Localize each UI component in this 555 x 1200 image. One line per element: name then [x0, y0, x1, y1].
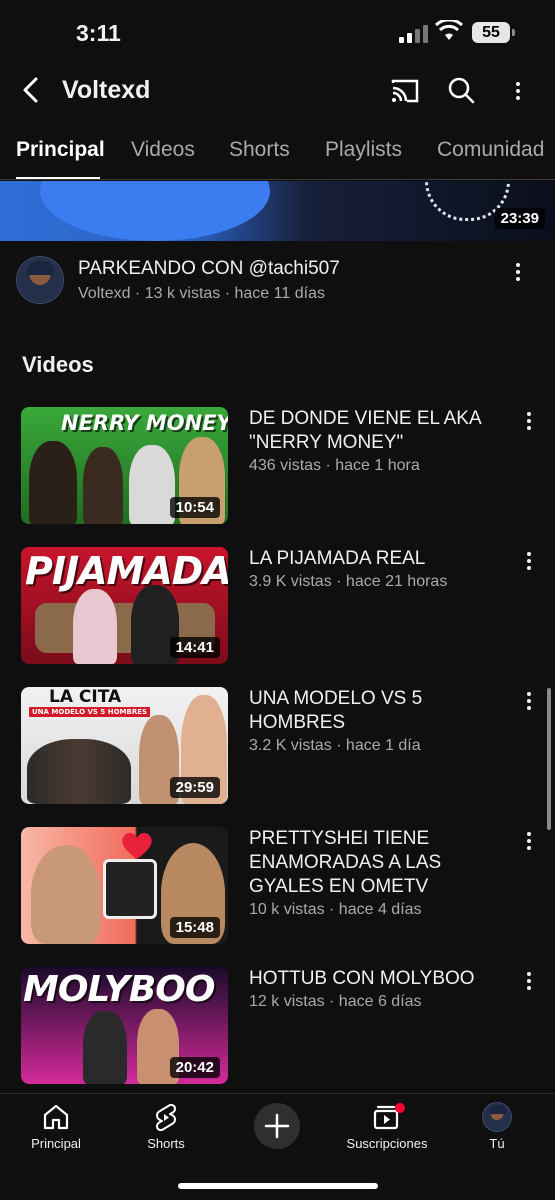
channel-tabs: Principal Videos Shorts Playlists Comuni… [0, 124, 555, 180]
battery-indicator: 55 [472, 22, 515, 43]
video-title: LA PIJAMADA REAL [249, 548, 426, 569]
tab-videos[interactable]: Videos [131, 138, 195, 162]
nav-suscripciones[interactable]: Suscripciones [337, 1102, 437, 1151]
video-more-icon[interactable] [519, 689, 539, 713]
search-icon[interactable] [444, 74, 478, 108]
video-meta: 436 vistas · hace 1 hora [249, 457, 420, 474]
video-thumbnail[interactable]: LA CITA UNA MODELO VS 5 HOMBRES 29:59 [21, 687, 228, 804]
back-arrow-icon[interactable] [16, 74, 48, 106]
video-thumbnail[interactable]: PIJAMADA 14:41 [21, 547, 228, 664]
video-info: PRETTYSHEI TIENE ENAMORADAS A LAS GYALES… [249, 827, 509, 919]
create-plus-icon [264, 1113, 290, 1139]
video-thumbnail[interactable]: MOLYBOO 20:42 [21, 967, 228, 1084]
video-list-item[interactable]: NERRY MONEY 10:54 DE DONDE VIENE EL AKA … [0, 407, 555, 527]
scrollbar[interactable] [547, 688, 551, 830]
video-meta: 10 k vistas · hace 4 días [249, 901, 422, 918]
video-meta: 3.9 K vistas · hace 21 horas [249, 573, 448, 590]
video-info: DE DONDE VIENE EL AKA "NERRY MONEY" 436 … [249, 407, 509, 475]
video-list-item[interactable]: PIJAMADA 14:41 LA PIJAMADA REAL 3.9 K vi… [0, 547, 555, 667]
video-more-icon[interactable] [519, 969, 539, 993]
video-more-icon[interactable] [519, 409, 539, 433]
notification-dot [395, 1103, 405, 1113]
video-meta: 3.2 K vistas · hace 1 día [249, 737, 421, 754]
video-title: DE DONDE VIENE EL AKA "NERRY MONEY" [249, 408, 481, 453]
tab-principal[interactable]: Principal [16, 138, 105, 162]
tab-comunidad[interactable]: Comunidad [437, 138, 544, 162]
video-meta: 12 k vistas · hace 6 días [249, 993, 422, 1010]
video-info: LA PIJAMADA REAL 3.9 K vistas · hace 21 … [249, 547, 509, 591]
duration-badge: 15:48 [169, 917, 220, 938]
video-thumbnail[interactable]: 15:48 [21, 827, 228, 944]
video-info: HOTTUB CON MOLYBOO 12 k vistas · hace 6 … [249, 967, 509, 1011]
home-indicator [178, 1183, 378, 1189]
tab-playlists[interactable]: Playlists [325, 138, 402, 162]
video-title: UNA MODELO VS 5 HOMBRES [249, 688, 423, 733]
wifi-icon [435, 20, 463, 40]
duration-badge: 29:59 [169, 777, 220, 798]
video-title: PARKEANDO CON @tachi507 [78, 258, 340, 279]
channel-avatar[interactable] [16, 256, 64, 304]
nav-tu[interactable]: Tú [447, 1102, 547, 1151]
video-list-item[interactable]: 15:48 PRETTYSHEI TIENE ENAMORADAS A LAS … [0, 827, 555, 947]
cast-icon[interactable] [388, 74, 422, 108]
duration-badge: 10:54 [169, 497, 220, 518]
heart-icon [122, 832, 152, 859]
nav-shorts[interactable]: Shorts [116, 1102, 216, 1151]
create-button[interactable] [254, 1103, 300, 1149]
tab-shorts[interactable]: Shorts [229, 138, 290, 162]
video-list-item[interactable]: MOLYBOO 20:42 HOTTUB CON MOLYBOO 12 k vi… [0, 967, 555, 1087]
duration-badge: 14:41 [169, 637, 220, 658]
video-more-icon[interactable] [519, 829, 539, 853]
featured-video-thumbnail[interactable]: 23:39 [0, 181, 555, 241]
shorts-icon [156, 1104, 176, 1131]
cellular-signal-icon [399, 25, 429, 43]
video-meta: Voltexd · 13 k vistas · hace 11 días [78, 285, 325, 302]
channel-header: Voltexd [0, 64, 555, 120]
section-title: Videos [22, 352, 94, 377]
video-list-item[interactable]: LA CITA UNA MODELO VS 5 HOMBRES 29:59 UN… [0, 687, 555, 807]
video-more-icon[interactable] [519, 549, 539, 573]
video-thumbnail[interactable]: NERRY MONEY 10:54 [21, 407, 228, 524]
video-info: UNA MODELO VS 5 HOMBRES 3.2 K vistas · h… [249, 687, 509, 755]
video-title: PRETTYSHEI TIENE ENAMORADAS A LAS GYALES… [249, 828, 442, 897]
channel-title: Voltexd [62, 76, 151, 104]
duration-badge: 20:42 [169, 1057, 220, 1078]
video-more-icon[interactable] [508, 260, 528, 284]
duration-badge: 23:39 [494, 208, 545, 229]
home-icon [43, 1104, 69, 1130]
status-bar: 3:11 55 [0, 0, 555, 64]
nav-principal[interactable]: Principal [6, 1102, 106, 1151]
featured-video-meta[interactable]: PARKEANDO CON @tachi507 Voltexd · 13 k v… [0, 250, 555, 320]
active-tab-indicator [16, 177, 100, 179]
profile-avatar-icon [482, 1102, 512, 1132]
video-title: HOTTUB CON MOLYBOO [249, 968, 475, 989]
more-options-icon[interactable] [508, 79, 528, 103]
status-time: 3:11 [76, 20, 121, 46]
